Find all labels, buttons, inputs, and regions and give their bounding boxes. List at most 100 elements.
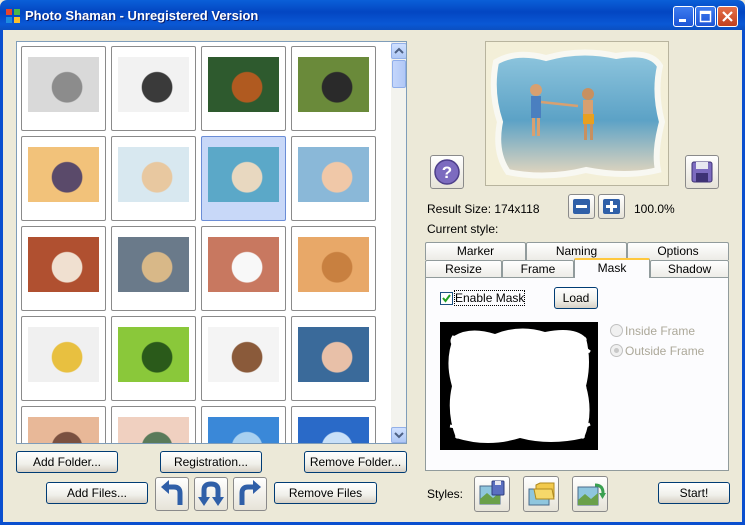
add-folder-button[interactable]: Add Folder... <box>16 451 118 473</box>
minimize-icon <box>679 19 686 22</box>
thumbnail-baby-on-blanket[interactable] <box>291 136 376 221</box>
outside-frame-radio[interactable] <box>610 344 623 357</box>
thumbnail-girl-portrait[interactable] <box>291 226 376 311</box>
remove-folder-button[interactable]: Remove Folder... <box>304 451 407 473</box>
title-bar: Photo Shaman - Unregistered Version <box>0 0 745 30</box>
thumbnail-blue-flowers[interactable] <box>201 406 286 443</box>
checkmark-icon <box>442 294 451 303</box>
thumbnail-photo <box>298 147 369 202</box>
thumbnail-eyes-close-up[interactable] <box>21 406 106 443</box>
flip-button[interactable] <box>194 477 228 511</box>
svg-text:?: ? <box>442 163 452 182</box>
open-style-button[interactable] <box>523 476 559 512</box>
u-turn-icon <box>198 481 224 506</box>
window-title: Photo Shaman - Unregistered Version <box>25 8 259 23</box>
thumbnail-photo <box>208 417 279 443</box>
plus-icon <box>603 199 620 214</box>
thumbnail-photo <box>298 417 369 443</box>
thumbnail-grey-kitten[interactable] <box>21 46 106 131</box>
maximize-icon <box>699 10 712 23</box>
thumbnail-photo <box>298 327 369 382</box>
thumbnail-seashell-on-beach[interactable] <box>111 136 196 221</box>
thumbnail-photo <box>298 57 369 112</box>
rotate-right-icon <box>239 480 261 505</box>
thumbnail-white-puppy[interactable] <box>201 226 286 311</box>
minimize-button[interactable] <box>673 6 694 27</box>
save-style-icon <box>479 480 505 505</box>
thumbnail-photo <box>28 147 99 202</box>
result-size-label: Result Size: 174x118 <box>427 202 540 216</box>
thumbnail-beach-sunset[interactable] <box>21 136 106 221</box>
thumbnail-puppy-in-bucket[interactable] <box>201 316 286 401</box>
thumbnail-gorilla[interactable] <box>291 46 376 131</box>
thumbnail-photo <box>118 237 189 292</box>
mask-preview <box>440 322 598 450</box>
help-question-icon: ? <box>434 159 460 185</box>
minus-icon <box>573 199 590 214</box>
zoom-out-button[interactable] <box>568 194 595 219</box>
close-icon <box>722 11 733 22</box>
thumbnail-photo <box>28 57 99 112</box>
refresh-style-icon <box>577 483 606 506</box>
scroll-up-button[interactable] <box>391 43 406 59</box>
zoom-in-button[interactable] <box>598 194 625 219</box>
registration-button[interactable]: Registration... <box>160 451 262 473</box>
thumbnail-eye-close-up[interactable] <box>111 406 196 443</box>
load-mask-button[interactable]: Load <box>554 287 598 309</box>
thumbnail-photo <box>118 327 189 382</box>
thumbnail-puppies-in-basket[interactable] <box>111 226 196 311</box>
save-button[interactable] <box>685 155 719 189</box>
tab-resize[interactable]: Resize <box>425 260 502 278</box>
tab-frame[interactable]: Frame <box>502 260 574 278</box>
tab-shadow[interactable]: Shadow <box>650 260 729 278</box>
thumbnail-photo <box>28 417 99 443</box>
thumbnail-photo <box>28 237 99 292</box>
add-files-button[interactable]: Add Files... <box>46 482 148 504</box>
thumbnail-puppy-and-ducklings[interactable] <box>21 316 106 401</box>
thumbnail-photo <box>208 327 279 382</box>
vertical-scrollbar[interactable] <box>391 42 406 443</box>
thumbnail-photo <box>28 327 99 382</box>
thumbnail-photo <box>118 57 189 112</box>
maximize-button[interactable] <box>695 6 716 27</box>
tab-mask[interactable]: Mask <box>574 258 650 278</box>
thumbnail-photo <box>208 237 279 292</box>
rotate-left-button[interactable] <box>155 477 189 511</box>
thumbnail-dalmatian-puppy[interactable] <box>111 46 196 131</box>
chevron-down-icon <box>394 432 404 439</box>
remove-files-button[interactable]: Remove Files <box>274 482 377 504</box>
thumbnail-photo <box>118 417 189 443</box>
preview-image <box>490 49 666 179</box>
scroll-thumb[interactable] <box>392 60 406 88</box>
mask-tab-panel: Enable Mask Load Inside Frame Outside Fr… <box>425 277 729 471</box>
refresh-style-button[interactable] <box>572 476 608 512</box>
rotate-left-icon <box>161 480 183 505</box>
thumbnail-baby-orangutan[interactable] <box>201 46 286 131</box>
tab-marker[interactable]: Marker <box>425 242 526 260</box>
thumbnail-gallery[interactable] <box>16 41 407 444</box>
thumbnail-children-at-sea[interactable] <box>201 136 286 221</box>
folder-open-icon <box>528 482 555 506</box>
start-button[interactable]: Start! <box>658 482 730 504</box>
outside-frame-label: Outside Frame <box>625 344 705 358</box>
thumbnail-butterfly-on-flower[interactable] <box>111 316 196 401</box>
enable-mask-checkbox[interactable] <box>440 292 453 305</box>
floppy-disk-icon <box>691 161 713 183</box>
inside-frame-radio[interactable] <box>610 324 623 337</box>
thumbnail-photo <box>298 237 369 292</box>
current-style-label: Current style: <box>427 222 499 236</box>
thumbnail-beagle[interactable] <box>21 226 106 311</box>
thumbnail-photo <box>208 147 279 202</box>
chevron-up-icon <box>394 47 404 54</box>
windows-flag-icon <box>6 9 20 23</box>
rotate-right-button[interactable] <box>233 477 267 511</box>
thumbnail-baby-face[interactable] <box>291 316 376 401</box>
save-style-button[interactable] <box>474 476 510 512</box>
scroll-down-button[interactable] <box>391 427 406 443</box>
help-button[interactable]: ? <box>430 155 464 189</box>
thumbnail-photo <box>118 147 189 202</box>
enable-mask-label[interactable]: Enable Mask <box>453 290 526 306</box>
thumbnail-water-splash[interactable] <box>291 406 376 443</box>
close-button[interactable] <box>717 6 738 27</box>
zoom-level: 100.0% <box>634 202 675 216</box>
